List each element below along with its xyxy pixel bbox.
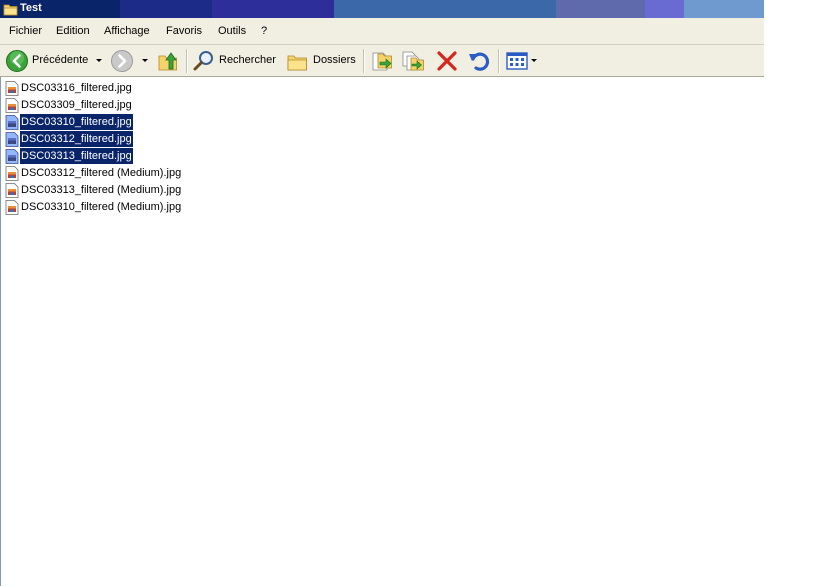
search-label: Rechercher	[219, 54, 276, 66]
file-name: DSC03313_filtered.jpg	[20, 148, 133, 164]
back-dropdown-icon[interactable]	[96, 59, 102, 62]
title-bar[interactable]: Test	[0, 0, 764, 18]
back-button[interactable]: Précédente	[4, 48, 104, 74]
search-button[interactable]: Rechercher	[191, 48, 279, 74]
jpg-file-icon	[5, 183, 19, 198]
menu-affichage[interactable]: Affichage	[104, 25, 150, 37]
undo-button[interactable]	[466, 48, 492, 74]
up-folder-button[interactable]	[155, 48, 181, 74]
forward-arrow-icon	[111, 50, 133, 72]
copy-to-icon	[402, 51, 424, 71]
menu-bar: Fichier Edition Affichage Favoris Outils…	[0, 18, 764, 45]
undo-icon	[469, 52, 490, 71]
up-folder-icon	[158, 52, 177, 71]
window-title: Test	[20, 2, 42, 14]
file-name: DSC03316_filtered.jpg	[21, 82, 132, 94]
file-name: DSC03309_filtered.jpg	[21, 99, 132, 111]
folders-label: Dossiers	[313, 54, 356, 66]
search-icon	[193, 51, 213, 71]
jpg-file-icon	[5, 166, 19, 181]
forward-dropdown-icon[interactable]	[142, 59, 148, 62]
menu-favoris[interactable]: Favoris	[166, 25, 202, 37]
jpg-file-icon	[5, 81, 19, 96]
file-name: DSC03313_filtered (Medium).jpg	[21, 184, 182, 196]
copy-to-button[interactable]	[400, 48, 426, 74]
delete-button[interactable]	[434, 48, 460, 74]
jpg-file-icon	[5, 200, 19, 215]
jpg-file-icon	[5, 115, 19, 130]
file-name: DSC03310_filtered (Medium).jpg	[21, 201, 182, 213]
delete-icon	[437, 51, 457, 71]
toolbar-separator	[186, 49, 188, 73]
folders-button[interactable]: Dossiers	[285, 48, 357, 74]
forward-button[interactable]	[109, 48, 135, 74]
jpg-file-icon	[5, 98, 19, 113]
move-to-button[interactable]	[369, 48, 395, 74]
file-list[interactable]: DSC03316_filtered.jpg DSC03309_filtered.…	[0, 77, 765, 586]
back-label: Précédente	[32, 54, 89, 66]
menu-help[interactable]: ?	[261, 25, 267, 37]
jpg-file-icon	[5, 132, 19, 147]
toolbar: Précédente Rechercher Dossiers	[0, 45, 764, 77]
menu-outils[interactable]: Outils	[218, 25, 246, 37]
menu-edition[interactable]: Edition	[56, 25, 90, 37]
file-name: DSC03310_filtered.jpg	[20, 114, 133, 130]
views-dropdown-icon[interactable]	[531, 59, 537, 62]
jpg-file-icon	[5, 149, 19, 164]
folder-icon	[3, 4, 18, 16]
move-to-icon	[372, 52, 392, 71]
file-name: DSC03312_filtered.jpg	[20, 131, 133, 147]
toolbar-separator	[363, 49, 365, 73]
toolbar-separator	[498, 49, 500, 73]
file-name: DSC03312_filtered (Medium).jpg	[21, 167, 182, 179]
views-icon	[506, 52, 528, 70]
menu-fichier[interactable]: Fichier	[9, 25, 42, 37]
folders-icon	[287, 55, 307, 71]
back-arrow-icon	[6, 50, 28, 72]
views-button[interactable]	[504, 48, 540, 74]
